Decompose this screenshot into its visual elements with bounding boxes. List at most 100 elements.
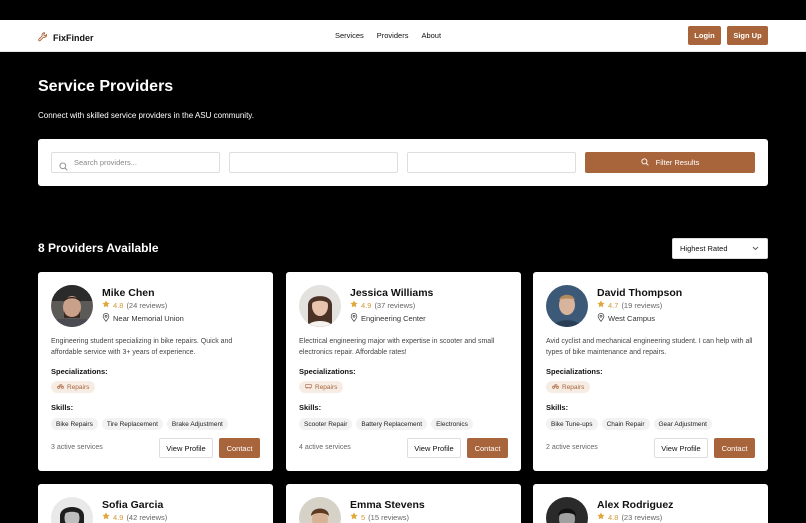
page-title: Service Providers <box>38 78 174 95</box>
specializations-label: Specializations: <box>299 367 356 376</box>
navbar: FixFinder Services Providers About Login… <box>0 20 806 52</box>
review-count: (37 reviews) <box>374 300 416 310</box>
review-count: (19 reviews) <box>621 300 663 310</box>
active-services: 4 active services <box>299 444 351 451</box>
repair-tag-icon <box>552 383 559 391</box>
rating-value: 4.8 <box>113 300 124 310</box>
wrench-icon <box>38 29 48 47</box>
location-text: Near Memorial Union <box>113 314 184 323</box>
specialization-text: Repairs <box>562 383 585 391</box>
location-text: Engineering Center <box>361 314 426 323</box>
login-button[interactable]: Login <box>688 26 721 45</box>
provider-name[interactable]: Mike Chen <box>102 287 155 299</box>
view-profile-button[interactable]: View Profile <box>407 438 461 458</box>
provider-name[interactable]: Jessica Williams <box>350 287 433 299</box>
skill-tag: Scooter Repair <box>299 418 353 430</box>
provider-card: David Thompson 4.7 (19 reviews) West Cam… <box>533 272 768 471</box>
review-count: (15 reviews) <box>368 512 410 522</box>
review-count: (42 reviews) <box>126 512 168 522</box>
view-profile-button[interactable]: View Profile <box>654 438 708 458</box>
skills-label: Skills: <box>546 403 569 412</box>
provider-description: Engineering student specializing in bike… <box>51 338 233 356</box>
filter-panel: Filter Results <box>38 139 768 186</box>
provider-rating: 5 (15 reviews) <box>350 512 409 522</box>
specialization-tag: Repairs <box>299 381 344 393</box>
provider-name[interactable]: Emma Stevens <box>350 499 425 511</box>
avatar <box>546 497 588 523</box>
provider-description: Electrical engineering major with expert… <box>299 338 495 356</box>
provider-name[interactable]: Sofia Garcia <box>102 499 163 511</box>
map-pin-icon <box>350 313 358 324</box>
specialization-tag: Repairs <box>51 381 96 393</box>
rating-value: 4.7 <box>608 300 619 310</box>
brand-logo[interactable]: FixFinder <box>38 29 94 47</box>
contact-button[interactable]: Contact <box>219 438 260 458</box>
specialization-text: Repairs <box>315 383 338 391</box>
avatar <box>51 497 93 523</box>
provider-location: Near Memorial Union <box>102 313 184 324</box>
page-subtitle: Connect with skilled service providers i… <box>38 111 254 120</box>
skill-tag: Electronics <box>431 418 473 430</box>
sort-selected-value: Highest Rated <box>680 244 728 253</box>
nav-link-about[interactable]: About <box>421 31 441 40</box>
contact-button[interactable]: Contact <box>467 438 508 458</box>
specialization-tag: Repairs <box>546 381 591 393</box>
provider-card: Emma Stevens 5 (15 reviews) <box>286 484 521 523</box>
specializations-label: Specializations: <box>546 367 603 376</box>
provider-card: Jessica Williams 4.9 (37 reviews) Engine… <box>286 272 521 471</box>
view-profile-button[interactable]: View Profile <box>159 438 213 458</box>
rating-value: 4.9 <box>113 512 124 522</box>
avatar <box>546 285 588 327</box>
contact-button[interactable]: Contact <box>714 438 755 458</box>
map-pin-icon <box>597 313 605 324</box>
star-icon <box>350 512 358 522</box>
chevron-down-icon <box>752 244 759 253</box>
provider-location: West Campus <box>597 313 655 324</box>
nav-link-providers[interactable]: Providers <box>377 31 409 40</box>
filter-results-label: Filter Results <box>655 158 700 167</box>
location-text: West Campus <box>608 314 655 323</box>
search-icon <box>640 157 649 168</box>
provider-rating: 4.9 (42 reviews) <box>102 512 167 522</box>
avatar <box>51 285 93 327</box>
provider-card: Mike Chen 4.8 (24 reviews) Near Memorial… <box>38 272 273 471</box>
skills-list: Scooter Repair Battery Replacement Elect… <box>299 418 473 430</box>
filter-field-2[interactable] <box>229 152 398 173</box>
skill-tag: Battery Replacement <box>356 418 428 430</box>
provider-card: Alex Rodriguez 4.8 (23 reviews) <box>533 484 768 523</box>
search-input[interactable] <box>51 152 220 173</box>
skill-tag: Brake Adjustment <box>166 418 228 430</box>
provider-rating: 4.8 (24 reviews) <box>102 300 167 310</box>
star-icon <box>597 512 605 522</box>
review-count: (23 reviews) <box>621 512 663 522</box>
rating-value: 4.8 <box>608 512 619 522</box>
skill-tag: Gear Adjustment <box>653 418 712 430</box>
avatar <box>299 285 341 327</box>
filter-results-button[interactable]: Filter Results <box>585 152 755 173</box>
star-icon <box>350 300 358 310</box>
specialization-text: Repairs <box>67 383 90 391</box>
provider-name[interactable]: Alex Rodriguez <box>597 499 673 511</box>
active-services: 2 active services <box>546 444 598 451</box>
brand-name: FixFinder <box>53 33 94 43</box>
provider-rating: 4.9 (37 reviews) <box>350 300 415 310</box>
provider-card: Sofia Garcia 4.9 (42 reviews) <box>38 484 273 523</box>
skill-tag: Bike Tune-ups <box>546 418 598 430</box>
search-icon <box>59 158 68 176</box>
skill-tag: Chain Repair <box>601 418 650 430</box>
rating-value: 5 <box>361 512 366 522</box>
skill-tag: Bike Repairs <box>51 418 98 430</box>
signup-button[interactable]: Sign Up <box>727 26 768 45</box>
provider-rating: 4.7 (19 reviews) <box>597 300 662 310</box>
repair-tag-icon <box>57 383 64 391</box>
provider-rating: 4.8 (23 reviews) <box>597 512 662 522</box>
skill-tag: Tire Replacement <box>101 418 163 430</box>
filter-field-3[interactable] <box>407 152 576 173</box>
specializations-label: Specializations: <box>51 367 108 376</box>
provider-location: Engineering Center <box>350 313 426 324</box>
sort-select[interactable]: Highest Rated <box>672 238 768 259</box>
avatar <box>299 497 341 523</box>
nav-link-services[interactable]: Services <box>335 31 364 40</box>
star-icon <box>102 512 110 522</box>
provider-name[interactable]: David Thompson <box>597 287 682 299</box>
